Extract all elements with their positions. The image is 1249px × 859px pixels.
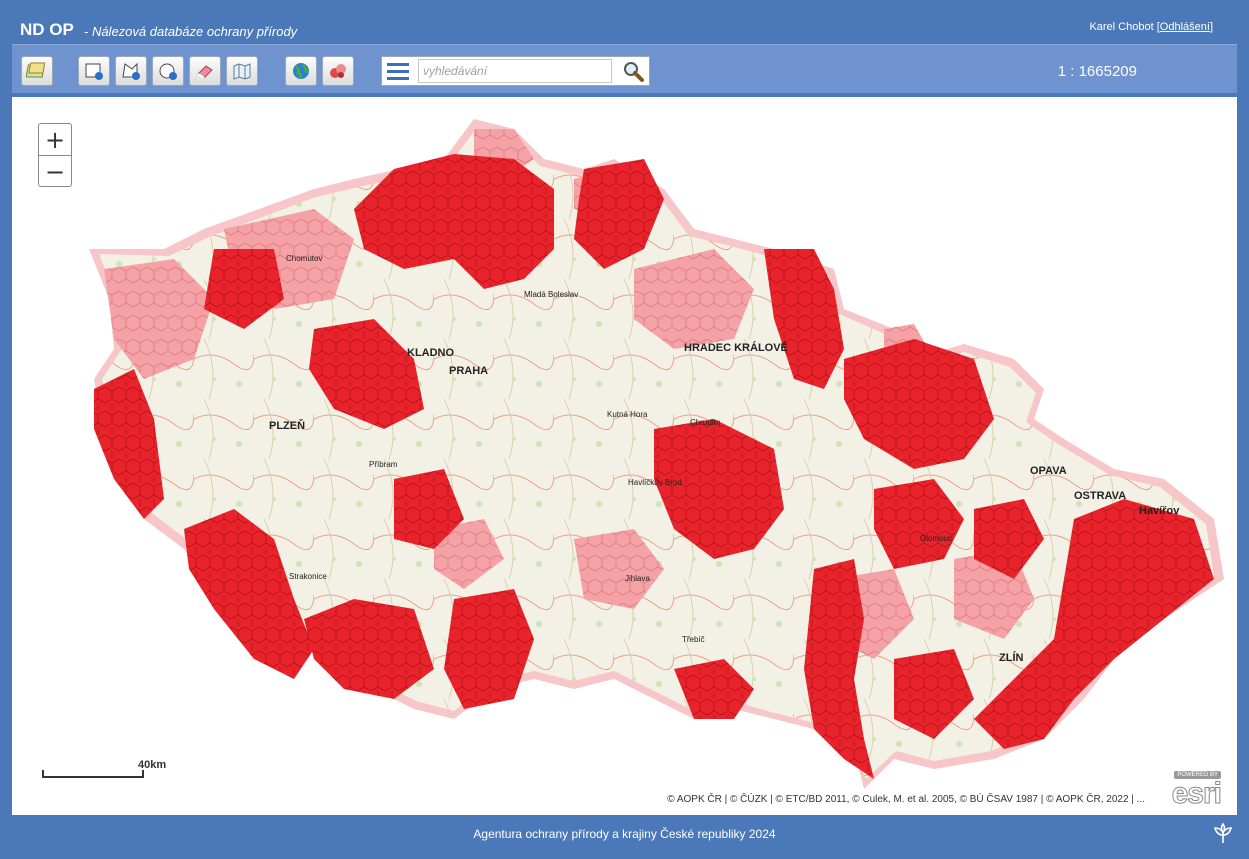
logout-link[interactable]: Odhlášení — [1160, 21, 1210, 33]
identify-polygon-icon — [122, 62, 140, 80]
city-label: PRAHA — [449, 365, 488, 377]
city-label: Mladá Boleslav — [524, 290, 578, 299]
aopk-logo-icon — [1213, 823, 1233, 843]
user-name: Karel Chobot — [1089, 21, 1154, 33]
identify-circle-button[interactable] — [152, 56, 184, 86]
city-label: HRADEC KRÁLOVÉ — [684, 341, 788, 354]
city-label: KLADNO — [407, 347, 454, 359]
city-label: OPAVA — [1030, 465, 1067, 477]
app-subtitle: - Nálezová databáze ochrany přírody — [84, 24, 298, 39]
city-label: Strakonice — [289, 572, 327, 581]
globe-icon — [293, 63, 309, 79]
city-label: Olomouc — [920, 534, 952, 543]
filter-icon — [330, 64, 346, 78]
city-label: Kutná Hora — [607, 410, 648, 419]
toolbar: 1 : 1665209 — [12, 44, 1237, 93]
identify-rectangle-button[interactable] — [78, 56, 110, 86]
city-label: Chomutov — [286, 254, 322, 263]
city-label: Havířov — [1139, 505, 1180, 517]
zoom-control: + − — [38, 123, 72, 187]
city-label: ZLÍN — [999, 651, 1023, 664]
map-info-button[interactable] — [226, 56, 258, 86]
eraser-icon — [197, 65, 213, 79]
user-info: Karel Chobot [Odhlášení] — [1089, 21, 1213, 33]
filter-button[interactable] — [322, 56, 354, 86]
map-canvas[interactable]: Chomutov PLZEŇ PRAHA HRADEC KRÁLOVÉ Kutn… — [14, 99, 1235, 813]
search-icon — [624, 62, 644, 82]
map-view[interactable]: Chomutov PLZEŇ PRAHA HRADEC KRÁLOVÉ Kutn… — [12, 97, 1237, 815]
map-scale: 1 : 1665209 — [1057, 63, 1137, 80]
hamburger-icon — [387, 63, 409, 80]
search-button[interactable] — [618, 57, 648, 85]
app-header: ND OP - Nálezová databáze ochrany přírod… — [0, 0, 1249, 44]
city-label: Jihlava — [625, 574, 650, 583]
zoom-in-button[interactable]: + — [39, 124, 71, 156]
identify-rectangle-icon — [85, 63, 103, 80]
city-label: Příbram — [369, 460, 398, 469]
city-label: OSTRAVA — [1074, 490, 1126, 502]
search-menu-button[interactable] — [384, 59, 412, 83]
esri-name: esri — [1171, 777, 1222, 811]
scale-bar-label: 40km — [138, 759, 167, 771]
app-name: ND OP — [20, 20, 74, 39]
app-footer: Agentura ochrany přírody a krajiny České… — [0, 815, 1249, 859]
footer-text: Agentura ochrany přírody a krajiny České… — [473, 827, 776, 841]
zoom-out-button[interactable]: − — [39, 156, 71, 187]
identify-polygon-button[interactable] — [115, 56, 147, 86]
layers-icon — [26, 62, 46, 78]
layers-button[interactable] — [21, 56, 53, 86]
scale-bar: 40km — [42, 759, 166, 781]
map-attribution: © AOPK ČR | © ČÚZK | © ETC/BD 2011, © Cu… — [667, 794, 1145, 805]
eraser-button[interactable] — [189, 56, 221, 86]
map-info-icon — [233, 63, 251, 80]
city-label: Havlíčkův Brod — [628, 478, 682, 487]
city-label: Třebíč — [682, 635, 705, 644]
city-label: PLZEŇ — [269, 419, 305, 432]
identify-circle-icon — [159, 63, 177, 80]
city-label: Chrudim — [690, 418, 721, 427]
search-input[interactable] — [418, 59, 612, 83]
search-box — [381, 56, 650, 86]
globe-button[interactable] — [285, 56, 317, 86]
esri-logo: POWERED BY esri — [1159, 771, 1225, 811]
